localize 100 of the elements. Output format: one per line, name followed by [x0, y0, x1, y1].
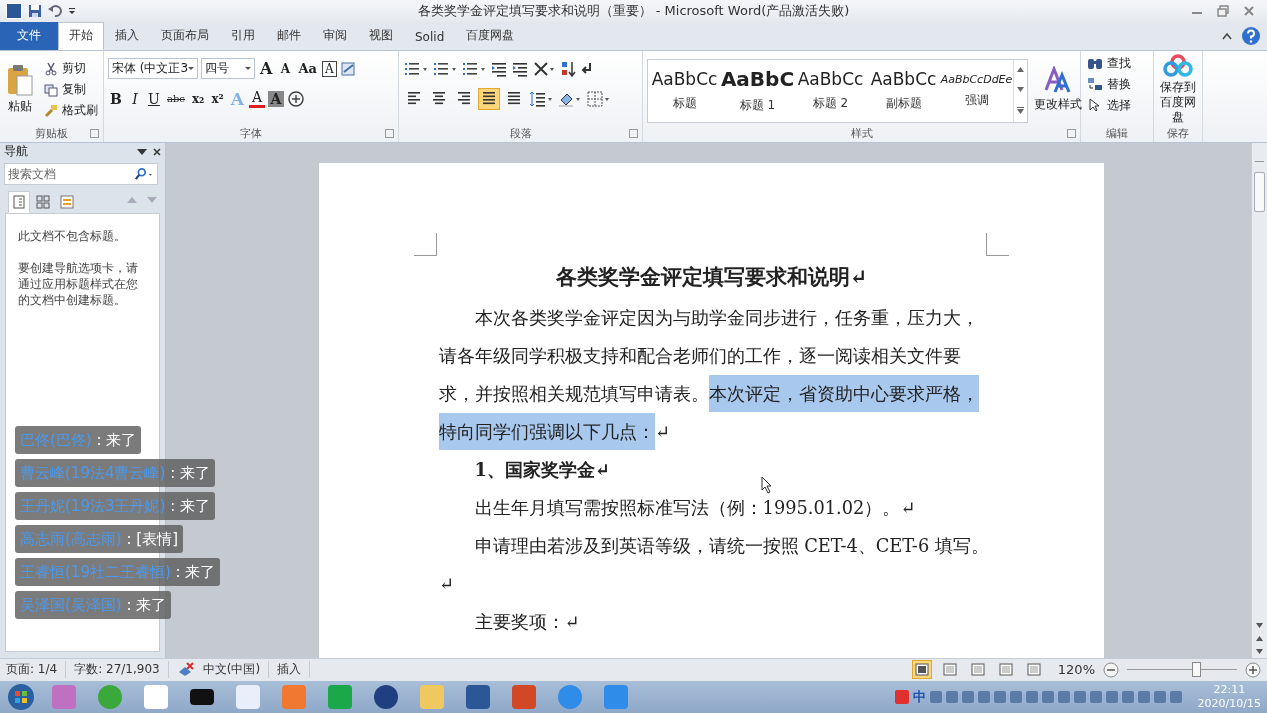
next-arrow-icon[interactable]	[147, 195, 157, 204]
tray-icon[interactable]	[1137, 690, 1150, 703]
editing-button[interactable]: 查找	[1085, 53, 1149, 73]
editing-button[interactable]: 选择	[1085, 95, 1149, 115]
collapse-ribbon-icon[interactable]	[1221, 30, 1233, 41]
font-format-button[interactable]: A	[277, 61, 294, 76]
font-format-button[interactable]: x₂	[189, 91, 207, 106]
print-layout-icon[interactable]	[911, 660, 932, 680]
ribbon-tab[interactable]: 文件	[0, 21, 58, 50]
dialog-launcher-icon[interactable]	[629, 129, 638, 139]
tray-icon[interactable]	[961, 690, 974, 703]
dialog-launcher-icon[interactable]	[385, 129, 394, 139]
close-icon[interactable]	[153, 147, 161, 156]
font-size-field[interactable]: 四号	[201, 58, 255, 80]
tray-icon[interactable]	[1089, 690, 1102, 703]
font-format-button[interactable]: x²	[209, 91, 226, 106]
borders-icon[interactable]	[586, 89, 612, 108]
save-to-cloud-button[interactable]: 保存到百度网盘	[1158, 53, 1198, 125]
ribbon-tab[interactable]: 视图	[358, 21, 404, 50]
styles-letters-icon	[1043, 66, 1073, 95]
zoom-level[interactable]: 120%	[1057, 662, 1095, 678]
font-format-button[interactable]: A	[258, 59, 275, 79]
style-option[interactable]: AaBbCc 副标题	[867, 59, 940, 122]
tray-icon[interactable]	[1105, 690, 1118, 703]
change-styles-button[interactable]: 更改样式	[1032, 64, 1084, 116]
crop-mark	[414, 232, 437, 256]
group-label: 编辑	[1106, 126, 1128, 142]
style-option[interactable]: AaBbCcDdEe 强调	[940, 59, 1013, 122]
tray-icon[interactable]	[1153, 690, 1166, 703]
status-item[interactable]: 页面: 1/4	[6, 661, 67, 679]
navigation-tab[interactable]	[8, 190, 30, 213]
tray-icon[interactable]	[1169, 690, 1182, 703]
font-format-button[interactable]: A	[268, 90, 284, 107]
ribbon-tab[interactable]: 邮件	[266, 21, 312, 50]
clipboard-button[interactable]: 格式刷	[42, 101, 100, 121]
scroll-down-icon[interactable]	[1256, 622, 1263, 628]
font-format-button[interactable]: Aa	[296, 61, 319, 77]
ribbon-tab[interactable]: 插入	[104, 21, 150, 50]
font-name-field[interactable]: 宋体 (中文正3	[108, 58, 198, 80]
tray-icon[interactable]	[929, 690, 942, 703]
tray-icon[interactable]	[945, 690, 958, 703]
font-format-button[interactable]: B	[108, 90, 124, 107]
line-spacing-icon[interactable]	[528, 89, 554, 108]
ribbon-tab[interactable]: 百度网盘	[455, 21, 526, 50]
tray-icon[interactable]	[993, 690, 1006, 703]
document-paragraph: 本次各类奖学金评定因为与助学金同步进行，任务重，压力大，请各年级同学积极支持和配合老师们的工作，逐一阅读相关文件要求，并按照相关规范填写申请表。本次评定，省资助中心要求严格，特向同学们强调以下几点：↵	[439, 298, 994, 451]
alignment-button[interactable]	[478, 87, 500, 110]
tray-icon[interactable]	[1121, 690, 1134, 703]
tray-icon[interactable]	[1025, 690, 1038, 703]
enclosed-character-icon[interactable]	[287, 89, 305, 108]
tray-icon[interactable]	[1041, 690, 1054, 703]
style-option[interactable]: AaBbC 标题 1	[721, 59, 794, 122]
font-format-button[interactable]: U	[146, 90, 162, 107]
status-item[interactable]: 字数: 27/1,903	[74, 661, 169, 679]
dialog-launcher-icon[interactable]	[1067, 129, 1076, 139]
font-format-button[interactable]: abc	[165, 93, 187, 105]
phonetic-guide-icon[interactable]	[339, 59, 358, 78]
sort-icon[interactable]	[559, 59, 577, 78]
start-button-icon[interactable]	[6, 681, 36, 712]
gallery-scroll-buttons[interactable]	[1013, 59, 1027, 122]
font-format-button[interactable]: A	[249, 89, 265, 109]
ribbon-tab[interactable]: 审阅	[312, 21, 358, 50]
zoom-out-icon[interactable]	[1103, 661, 1119, 678]
undo-icon[interactable]	[48, 3, 62, 18]
next-page-icon[interactable]	[1256, 648, 1263, 654]
ribbon-tab[interactable]: 开始	[58, 21, 104, 50]
restore-icon[interactable]	[1217, 4, 1229, 17]
previous-page-icon[interactable]	[1256, 635, 1263, 641]
font-format-button[interactable]: A	[321, 60, 337, 77]
help-icon[interactable]	[1241, 25, 1261, 46]
chinese-layout-icon[interactable]	[532, 59, 556, 78]
vertical-scrollbar[interactable]	[1251, 142, 1267, 658]
scroll-thumb[interactable]	[1254, 171, 1265, 212]
zoom-in-icon[interactable]	[1245, 661, 1261, 678]
style-option[interactable]: AaBbCc 标题	[648, 59, 721, 122]
navigation-message: 要创建导航选项卡，请通过应用标题样式在您的文档中创建标题。	[18, 259, 139, 308]
tray-app-icon[interactable]	[894, 689, 909, 704]
clipboard-button[interactable]: 复制	[42, 80, 100, 100]
save-icon[interactable]	[28, 3, 42, 18]
dialog-launcher-icon[interactable]	[90, 129, 99, 139]
ribbon-tab[interactable]: 引用	[220, 21, 266, 50]
tray-icon[interactable]	[1073, 690, 1086, 703]
tray-icon[interactable]	[1009, 690, 1022, 703]
paste-button[interactable]: 粘贴	[4, 62, 36, 118]
style-option[interactable]: AaBbCc 标题 2	[794, 59, 867, 122]
pane-menu-icon[interactable]	[137, 147, 147, 156]
tray-icon[interactable]	[977, 690, 990, 703]
insert-mode-status[interactable]: 插入	[277, 661, 311, 679]
ribbon-tab[interactable]: Solid	[404, 24, 456, 50]
font-format-button[interactable]: I	[127, 90, 143, 107]
editing-button[interactable]: 替换	[1085, 74, 1149, 94]
document-paragraph: 1、国家奖学金↵	[473, 457, 610, 482]
clipboard-button[interactable]: 剪切	[42, 59, 100, 79]
tray-icon[interactable]	[1057, 690, 1070, 703]
ime-indicator[interactable]: 中	[912, 687, 926, 706]
customize-arrow-icon[interactable]	[68, 6, 76, 15]
previous-arrow-icon[interactable]	[127, 195, 137, 204]
ribbon-tab[interactable]: 页面布局	[150, 21, 220, 50]
language-status[interactable]: 中文(中国)	[202, 661, 270, 679]
zoom-slider-thumb[interactable]	[1192, 662, 1202, 678]
